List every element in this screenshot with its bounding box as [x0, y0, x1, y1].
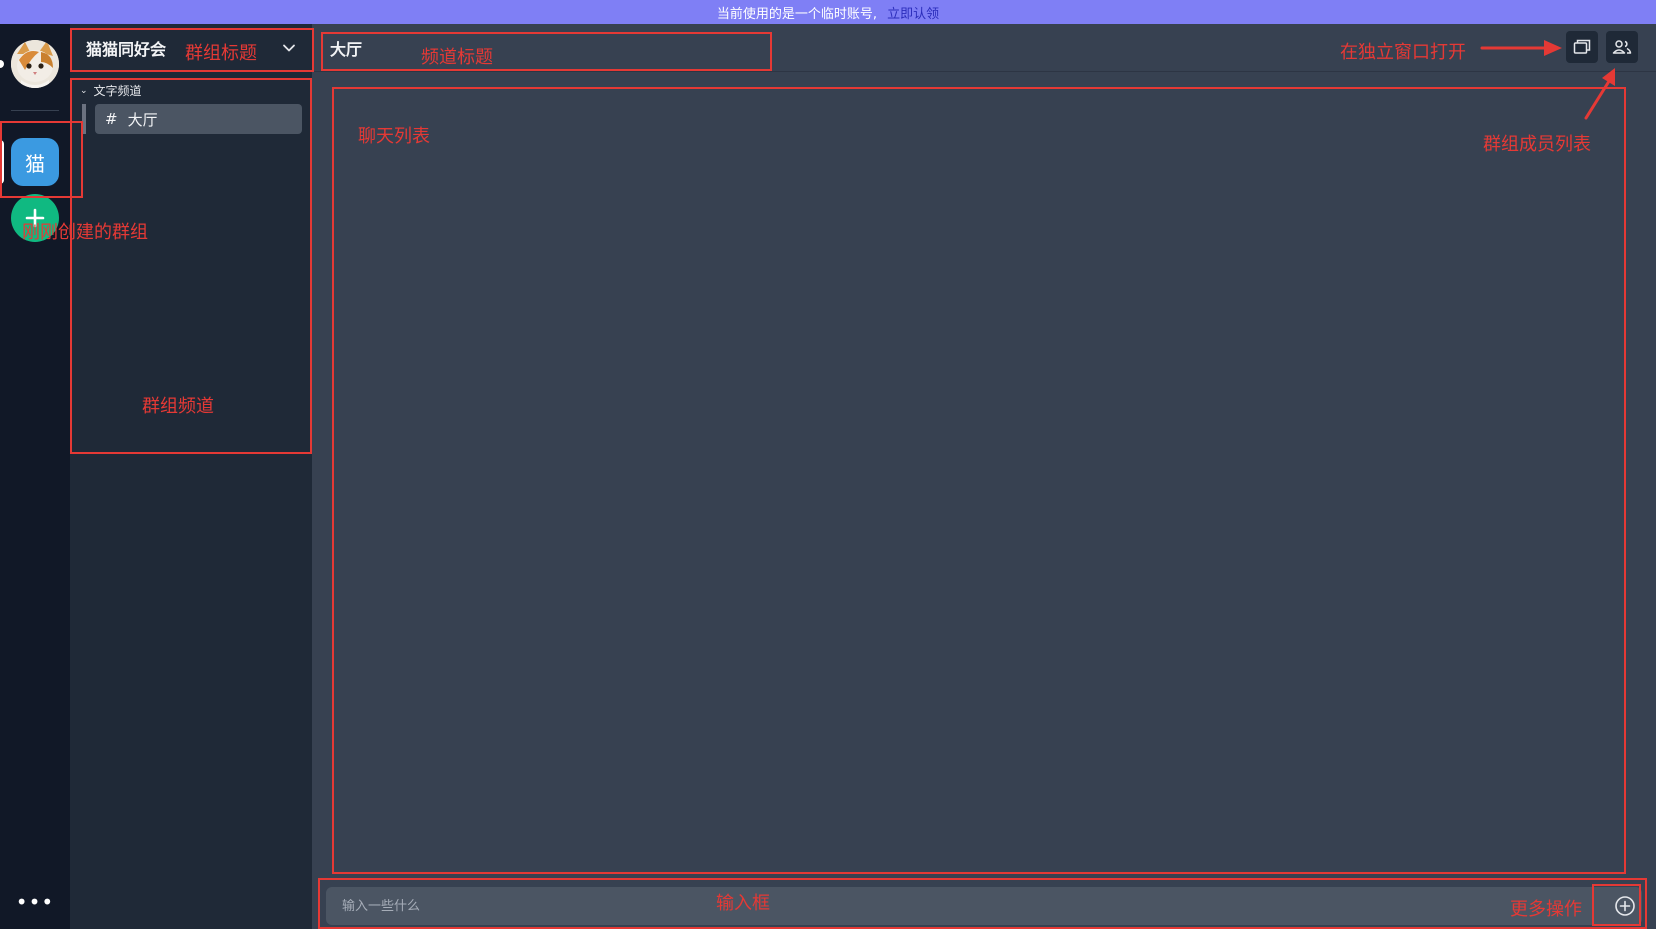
arrowhead-open-window [1544, 40, 1562, 56]
arrow-member-list [1584, 76, 1613, 120]
annotation-arrows [1480, 40, 1615, 120]
